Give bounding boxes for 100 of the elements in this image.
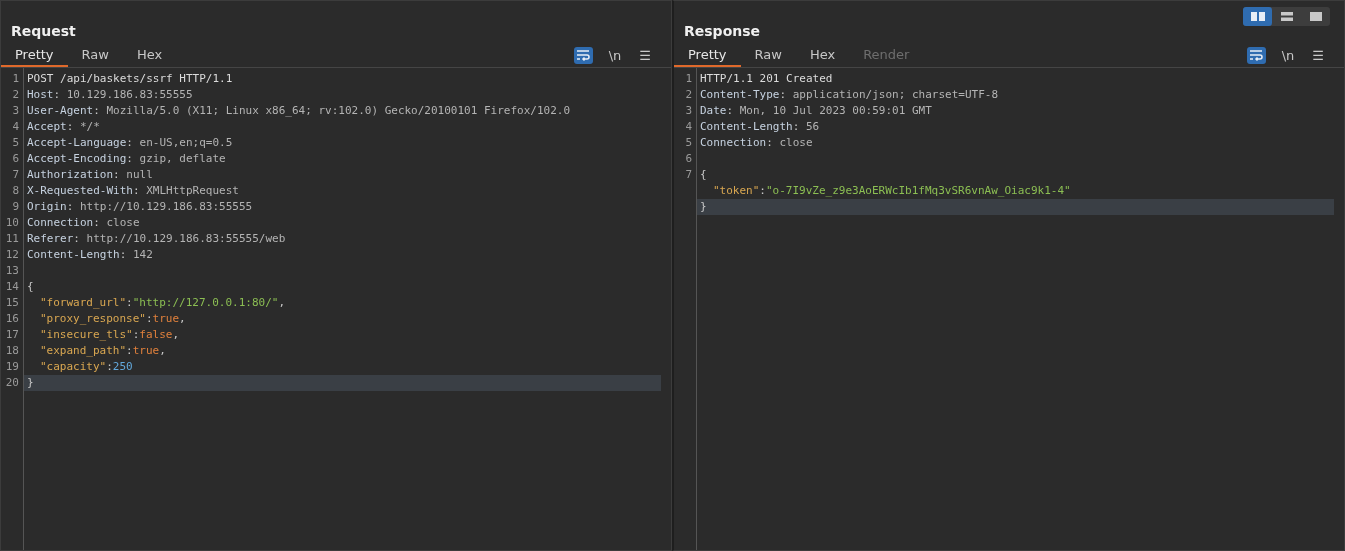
punctuation: : <box>145 312 153 325</box>
json-boolean: true <box>132 344 160 357</box>
single-pane-icon <box>1309 12 1322 21</box>
header-value: http://10.129.186.83:55555/web <box>86 232 286 245</box>
menu-button[interactable]: ☰ <box>1306 47 1330 63</box>
header-name: Connection <box>27 216 94 229</box>
view-tab[interactable]: Pretty <box>674 43 741 67</box>
header-name: Connection <box>700 136 767 149</box>
json-string: "http://127.0.0.1:80/" <box>132 296 279 309</box>
line-number: 5 <box>685 136 692 149</box>
punctuation: : <box>726 104 735 117</box>
line-number: 16 <box>5 312 19 325</box>
view-tab[interactable]: Pretty <box>1 43 68 67</box>
punctuation: : <box>93 104 101 117</box>
header-value: Mon, 10 Jul 2023 00:59:01 GMT <box>739 104 932 117</box>
header-name: Host <box>27 88 54 101</box>
header-name: Content-Length <box>700 120 793 133</box>
panel-title: Request <box>11 23 76 41</box>
punctuation: : <box>113 168 121 181</box>
line-number: 10 <box>5 216 19 229</box>
header-name: X-Requested-With <box>27 184 133 197</box>
line-number: 4 <box>685 120 692 133</box>
header-name: Content-Length <box>27 248 120 261</box>
line-number: 3 <box>685 104 692 117</box>
header-value: http://10.129.186.83:55555 <box>80 200 253 213</box>
newline-toggle-button[interactable]: \n <box>602 47 628 63</box>
header-value: en-US,en;q=0.5 <box>139 136 233 149</box>
json-key: "insecure_tls" <box>40 328 133 341</box>
line-number: 7 <box>12 168 19 181</box>
json-boolean: false <box>139 328 173 341</box>
line-number: 1 <box>12 72 19 85</box>
view-tab[interactable]: Raw <box>740 43 796 67</box>
header-name: Referer <box>27 232 74 245</box>
line-number: 12 <box>5 248 19 261</box>
header-name: Authorization <box>27 168 114 181</box>
request-line: POST /api/baskets/ssrf HTTP/1.1 <box>27 72 233 85</box>
layout-toggle-button[interactable] <box>1243 7 1272 26</box>
line-number: 9 <box>12 200 19 213</box>
line-number: 2 <box>12 88 19 101</box>
punctuation: } <box>27 376 34 389</box>
line-number: 18 <box>5 344 19 357</box>
header-value: */* <box>80 120 100 133</box>
line-number: 13 <box>5 264 19 277</box>
header-name: Content-Type <box>700 88 780 101</box>
view-tab[interactable]: Hex <box>122 43 177 67</box>
line-number: 11 <box>5 232 19 245</box>
punctuation: : <box>766 136 774 149</box>
header-value: Mozilla/5.0 (X11; Linux x86_64; rv:102.0) Gecko/20100101 Firefox/102.0 <box>106 104 571 117</box>
punctuation: : <box>126 152 134 165</box>
header-value: gzip, deflate <box>139 152 226 165</box>
line-number: 1 <box>685 72 692 85</box>
word-wrap-button[interactable] <box>1246 46 1266 64</box>
line-number: 8 <box>12 184 19 197</box>
header-value: close <box>779 136 813 149</box>
side-by-side-layout-icon <box>1250 12 1265 21</box>
punctuation: , <box>278 296 286 309</box>
header-value: close <box>106 216 140 229</box>
punctuation: , <box>159 344 166 357</box>
view-tab[interactable]: Raw <box>67 43 123 67</box>
json-key: "capacity" <box>40 360 107 373</box>
punctuation: { <box>27 280 34 293</box>
punctuation: : <box>53 88 62 101</box>
request-line: HTTP/1.1 201 Created <box>700 72 833 85</box>
line-number: 14 <box>5 280 19 293</box>
json-key: "forward_url" <box>40 296 127 309</box>
word-wrap-button[interactable] <box>573 46 593 64</box>
header-value: 142 <box>132 248 153 261</box>
newline-toggle-button[interactable]: \n <box>1275 47 1301 63</box>
view-tab[interactable]: Hex <box>795 43 850 67</box>
json-key: "token" <box>713 184 760 197</box>
punctuation: { <box>700 168 707 181</box>
header-name: Accept-Encoding <box>27 152 127 165</box>
punctuation: : <box>106 360 113 373</box>
menu-button[interactable]: ☰ <box>633 47 657 63</box>
punctuation: , <box>172 328 180 341</box>
punctuation: : <box>132 328 140 341</box>
json-boolean: true <box>152 312 180 325</box>
stacked-layout-icon <box>1280 12 1293 21</box>
json-string: "o-7I9vZe_z9e3AoERWcIb1fMq3vSR6vnAw_Oiac9k1-4" <box>766 184 1071 197</box>
line-number: 17 <box>5 328 19 341</box>
punctuation: : <box>73 232 81 245</box>
punctuation: : <box>779 88 788 101</box>
header-name: Origin <box>27 200 67 213</box>
punctuation: : <box>66 200 75 213</box>
line-number: 7 <box>685 168 692 181</box>
header-name: Accept <box>27 120 67 133</box>
line-number: 6 <box>12 152 19 165</box>
header-value: 56 <box>805 120 820 133</box>
header-name: Date <box>700 104 727 117</box>
line-number: 15 <box>5 296 19 309</box>
header-value: 10.129.186.83:55555 <box>66 88 193 101</box>
punctuation: : <box>119 248 128 261</box>
line-number: 6 <box>685 152 692 165</box>
line-number: 20 <box>5 376 19 389</box>
panel-title: Response <box>684 23 761 41</box>
punctuation: , <box>179 312 186 325</box>
json-number: 250 <box>112 360 133 373</box>
punctuation: : <box>93 216 101 229</box>
punctuation: } <box>700 200 707 213</box>
punctuation: : <box>126 296 133 309</box>
